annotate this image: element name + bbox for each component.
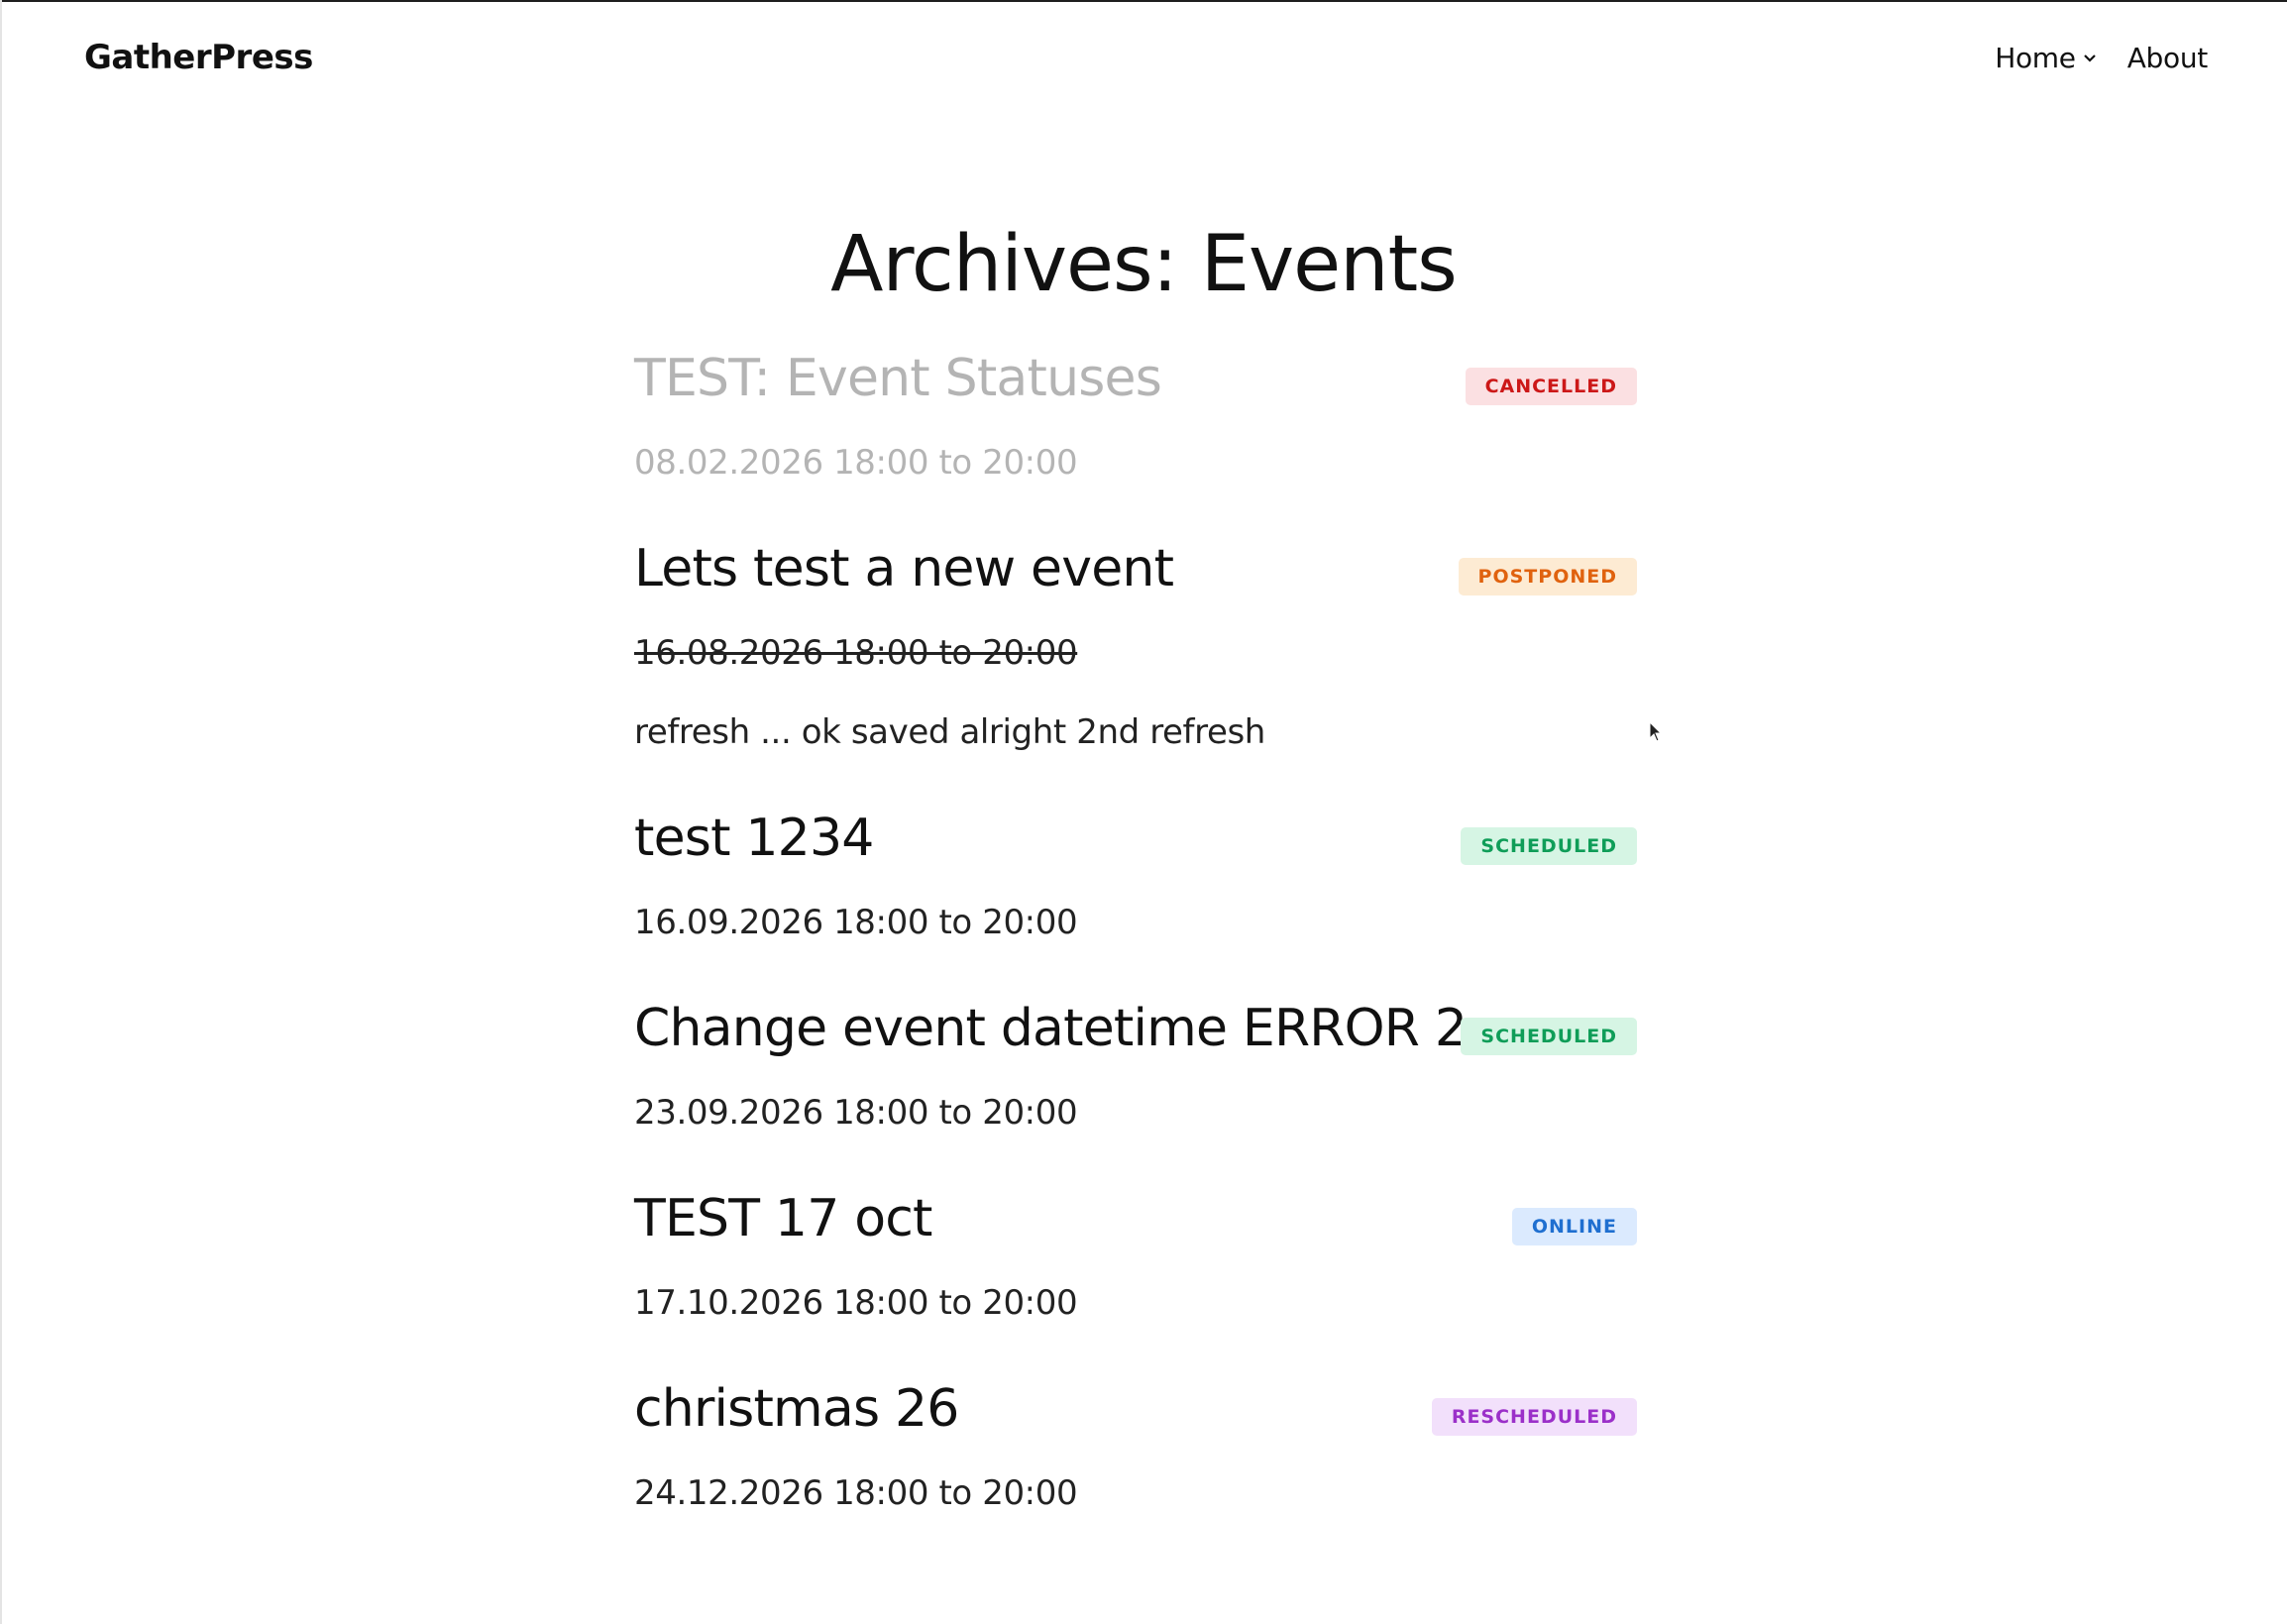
event-title-link[interactable]: test 1234 (634, 809, 874, 868)
event-title-link[interactable]: Change event datetime ERROR 2 (634, 999, 1468, 1058)
event-datetime: 24.12.2026 18:00 to 20:00 (634, 1473, 1078, 1513)
event-excerpt: refresh ... ok saved alright 2nd refresh (634, 712, 1265, 752)
main-navigation: Home About (1995, 42, 2208, 74)
event-datetime: 23.09.2026 18:00 to 20:00 (634, 1093, 1078, 1133)
chevron-down-icon[interactable] (2082, 53, 2098, 64)
status-badge: RESCHEDULED (1431, 1398, 1637, 1436)
status-badge: SCHEDULED (1461, 1018, 1637, 1055)
event-datetime: 17.10.2026 18:00 to 20:00 (634, 1283, 1078, 1323)
status-badge: CANCELLED (1465, 368, 1637, 405)
event-title-link[interactable]: christmas 26 (634, 1379, 959, 1439)
event-datetime: 16.09.2026 18:00 to 20:00 (634, 903, 1078, 942)
event-datetime: 16.08.2026 18:00 to 20:00 (634, 633, 1078, 673)
nav-item-home[interactable]: Home (1995, 42, 2098, 74)
status-badge: POSTPONED (1458, 558, 1637, 595)
nav-item-home-label: Home (1995, 42, 2076, 74)
top-border (0, 0, 2287, 2)
event-datetime: 08.02.2026 18:00 to 20:00 (634, 443, 1078, 483)
event-title-link[interactable]: Lets test a new event (634, 539, 1174, 598)
page-title: Archives: Events (830, 220, 1458, 309)
nav-item-about-label: About (2126, 42, 2209, 74)
nav-item-about[interactable]: About (2126, 42, 2209, 74)
status-badge: ONLINE (1511, 1208, 1637, 1245)
site-title-link[interactable]: GatherPress (84, 38, 313, 77)
event-title-link[interactable]: TEST 17 oct (634, 1189, 932, 1248)
status-badge: SCHEDULED (1461, 827, 1637, 865)
event-title-link[interactable]: TEST: Event Statuses (634, 349, 1162, 408)
mouse-pointer-icon (1649, 721, 1663, 742)
